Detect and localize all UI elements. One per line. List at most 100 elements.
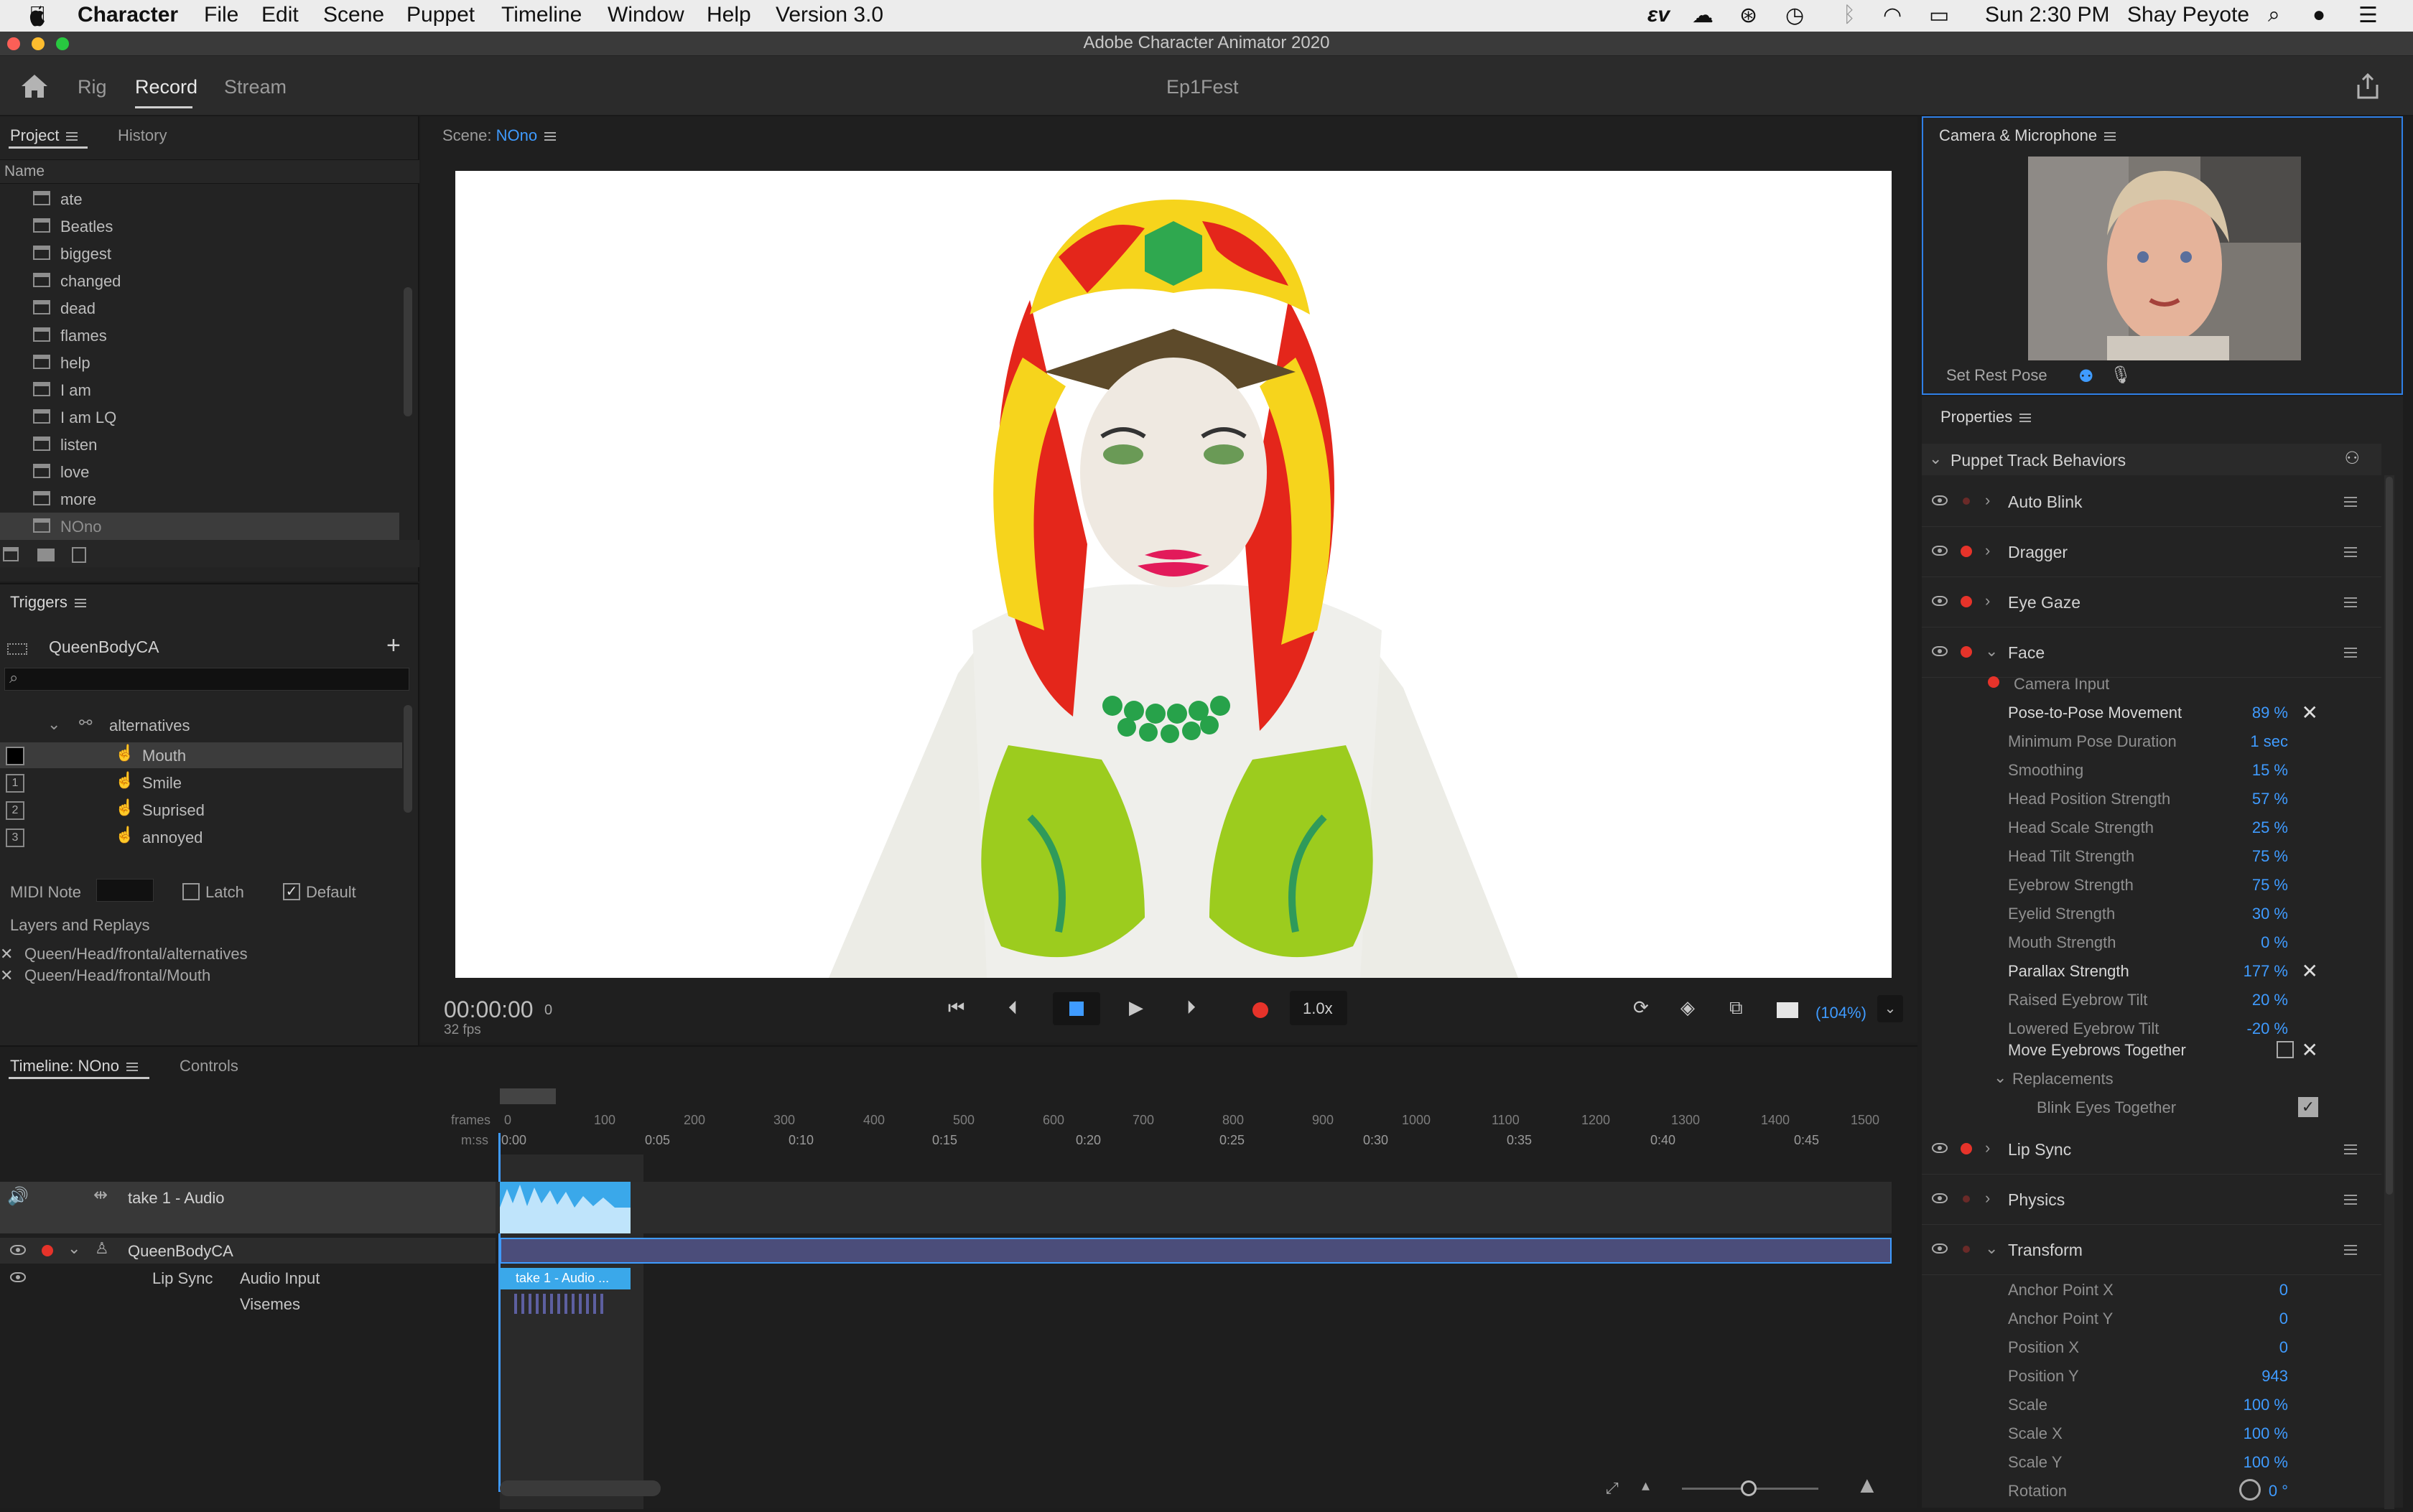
speaker-icon[interactable]: 🔊 [7,1186,29,1207]
step-back-icon[interactable]: ⏴ [1008,997,1018,1019]
timeline-zoom-slider-thumb[interactable] [1741,1480,1757,1496]
scene-name[interactable]: NOno [496,126,537,144]
spotlight-search-icon[interactable]: ⌕ [2268,3,2280,27]
zoom-level[interactable]: (104%) [1815,1004,1866,1022]
remove-layer-icon[interactable]: ✕ [0,966,13,985]
menu-puppet[interactable]: Puppet [406,3,475,27]
behavior-menu-icon[interactable] [2344,1195,2357,1205]
menu-help[interactable]: Help [707,3,751,27]
notification-center-icon[interactable]: ☰ [2358,3,2378,28]
panel-menu-icon[interactable] [2104,132,2116,141]
param-value[interactable]: 943 [2261,1367,2288,1386]
audio-track-name[interactable]: take 1 - Audio [128,1189,225,1208]
param-value[interactable]: 1 sec [2250,732,2288,751]
creative-cloud-icon[interactable]: ☁ [1692,3,1714,28]
default-checkbox[interactable]: ✓ [283,883,300,900]
tab-stream[interactable]: Stream [224,76,287,98]
bluetooth-icon[interactable]: ᛒ [1843,3,1856,27]
zoom-out-icon[interactable]: ▴ [1642,1476,1650,1495]
tree-toggle-icon[interactable]: ⌄ [47,715,60,734]
move-eyebrows-checkbox[interactable] [2277,1041,2294,1058]
param-value[interactable]: 20 % [2252,991,2288,1009]
project-item[interactable]: NOno [0,513,399,540]
record-icon[interactable] [1252,1002,1268,1018]
background-color-swatch[interactable] [1777,1002,1798,1018]
loop-icon[interactable]: ⟳ [1633,997,1649,1019]
project-item[interactable]: changed [0,267,399,294]
clear-icon[interactable]: ✕ [2302,701,2318,724]
project-item[interactable]: help [0,349,399,376]
audio-clip[interactable] [500,1182,631,1233]
menu-timeline[interactable]: Timeline [501,3,582,27]
visibility-eye-icon[interactable] [10,1272,26,1282]
playback-speed[interactable]: 1.0x [1290,991,1347,1025]
grid-icon[interactable] [7,643,27,655]
project-item[interactable]: ate [0,185,399,213]
panel-menu-icon[interactable] [74,599,86,608]
zoom-dropdown-button[interactable]: ⌄ [1877,995,1903,1022]
panel-menu-icon[interactable] [2019,414,2032,423]
param-value[interactable]: 15 % [2252,761,2288,780]
new-item-icon[interactable] [72,547,86,563]
camera-input-arm-dot[interactable] [1988,676,1999,688]
step-forward-icon[interactable]: ⏵ [1186,997,1196,1019]
project-item[interactable]: more [0,485,399,513]
midi-note-field[interactable] [96,879,154,902]
add-behavior-icon[interactable]: ⚇ [2344,448,2360,469]
set-rest-pose-button[interactable]: Set Rest Pose [1946,366,2047,385]
app-menu[interactable]: Character [78,3,178,27]
project-item[interactable]: love [0,458,399,485]
work-area-bar[interactable] [500,1088,556,1104]
trigger-item[interactable]: 3 ☝ annoyed [0,824,402,850]
trigger-item[interactable]: 1 ☝ Smile [0,770,402,795]
visibility-eye-icon[interactable] [1932,1143,1948,1153]
trigger-key-box[interactable] [6,747,24,765]
param-value[interactable]: 89 % [2252,704,2288,722]
fit-timeline-icon[interactable]: ⤢ [1606,1479,1619,1498]
zoom-in-icon[interactable]: ▲ [1856,1472,1879,1498]
param-value[interactable]: 0 % [2261,933,2288,952]
menu-scene[interactable]: Scene [323,3,384,27]
camera-toggle-icon[interactable]: ⚉ [2078,366,2096,386]
tab-rig[interactable]: Rig [78,76,107,98]
trigger-key-box[interactable]: 2 [6,801,24,820]
behavior-menu-icon[interactable] [2344,1245,2357,1255]
trigger-scrollbar[interactable] [404,705,412,813]
time-ruler[interactable]: 0:00 0:05 0:10 0:15 0:20 0:25 0:30 0:35 0:40 0:45 [0,1133,1917,1150]
menu-edit[interactable]: Edit [261,3,299,27]
chevron-down-icon[interactable]: ⌄ [1985,1239,1998,1258]
behavior-auto-blink[interactable]: › Auto Blink [1922,478,2381,527]
home-icon[interactable] [20,73,49,99]
param-value[interactable]: 100 % [2244,1396,2288,1414]
onion-skin-icon[interactable]: ◈ [1680,997,1695,1019]
tab-project[interactable]: Project [10,126,78,145]
microphone-icon[interactable]: 🎙 [2110,365,2131,385]
behavior-menu-icon[interactable] [2344,497,2357,507]
arm-record-dot[interactable] [1963,498,1970,505]
param-value[interactable]: 57 % [2252,790,2288,808]
lip-sync-clip[interactable]: take 1 - Audio ... [500,1268,631,1289]
behavior-lip-sync[interactable]: › Lip Sync [1922,1126,2381,1175]
output-icon[interactable]: ⧉ [1729,997,1743,1019]
project-scrollbar[interactable] [404,287,412,416]
timeline-tab[interactable]: Timeline: NOno [10,1057,139,1075]
latch-checkbox[interactable] [182,883,200,900]
arm-record-dot[interactable] [1961,546,1972,557]
trigger-search-input[interactable]: ⌕ [4,668,409,691]
controls-tab[interactable]: Controls [180,1057,238,1075]
properties-scrollbar[interactable] [2386,477,2393,1195]
clear-icon[interactable]: ✕ [2302,1038,2318,1062]
go-to-start-icon[interactable]: ⏮ [948,997,964,1019]
puppet-track-name[interactable]: QueenBodyCA [128,1242,233,1261]
visibility-eye-icon[interactable] [1932,1193,1948,1203]
project-item[interactable]: listen [0,431,399,458]
behavior-menu-icon[interactable] [2344,597,2357,607]
name-column-header[interactable]: Name [0,159,419,184]
visibility-eye-icon[interactable] [1932,1243,1948,1254]
arm-record-dot[interactable] [1961,1143,1972,1154]
trigger-key-box[interactable]: 3 [6,829,24,847]
param-value[interactable]: 100 % [2244,1424,2288,1443]
new-scene-icon[interactable] [3,547,19,561]
trigger-group[interactable]: alternatives [109,717,190,735]
arm-record-dot[interactable] [1963,1246,1970,1253]
